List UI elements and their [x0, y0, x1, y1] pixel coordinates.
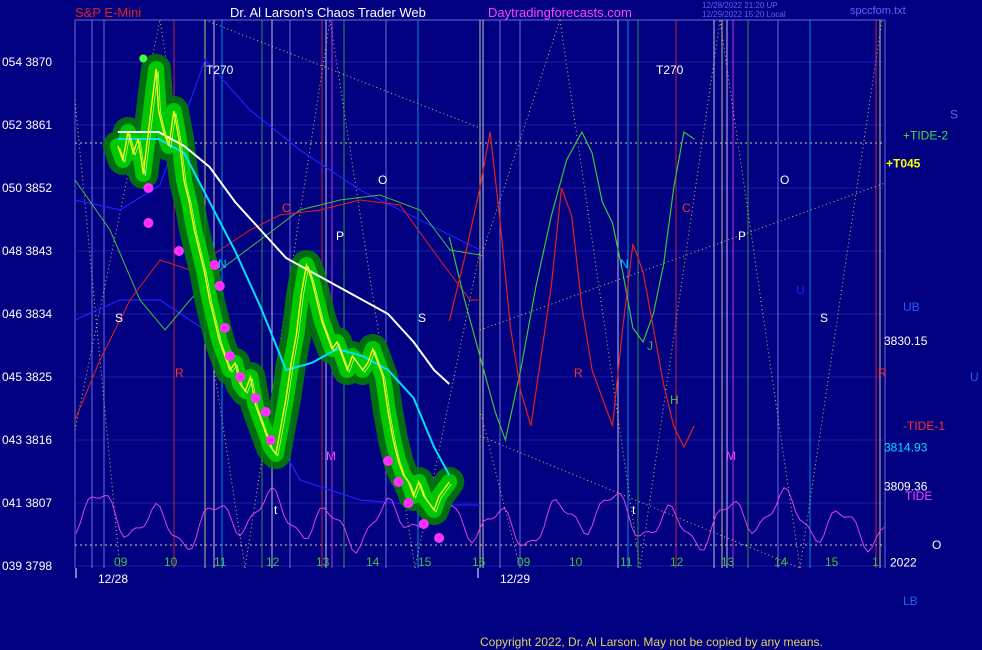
annotation-label: R [878, 366, 887, 380]
hour-tick-label: 11 [620, 555, 633, 569]
y-tick-label: 048 3843 [2, 244, 52, 258]
copyright-notice: Copyright 2022, Dr. Al Larson. May not b… [480, 635, 823, 649]
right-label: +TIDE-2 [903, 129, 948, 143]
right-label: O [932, 538, 941, 552]
right-label: U [970, 370, 979, 384]
magenta-dot [383, 456, 394, 466]
hour-tick-label: 15 [825, 555, 839, 569]
green-dot [139, 54, 148, 63]
right-label: S [950, 108, 958, 122]
annotation-label: S [418, 311, 426, 325]
annotation-label: H [670, 393, 679, 407]
annotation-label: C [682, 201, 691, 215]
magenta-dot [260, 407, 271, 417]
hour-tick-label: 1 [872, 555, 879, 569]
hour-tick-label: 12 [266, 555, 280, 569]
timestamp-line-2: 12/29/2022 15:20 Local [702, 10, 786, 19]
right-label: +T045 [886, 157, 921, 171]
right-label: 3830.15 [884, 334, 928, 348]
annotation-label: T270 [656, 63, 684, 77]
annotation-label: R [574, 366, 583, 380]
annotation-label: S [820, 311, 828, 325]
annotation-label: T270 [206, 63, 234, 77]
annotation-label: O [378, 173, 387, 187]
magenta-dot [235, 372, 246, 382]
hour-tick-label: 13 [316, 555, 330, 569]
hour-tick-label: 09 [517, 555, 531, 569]
magenta-dot [143, 183, 154, 193]
y-tick-label: 043 3816 [2, 433, 52, 447]
timestamp-line-1: 12/28/2022 21:20 UP [702, 1, 778, 10]
right-label: LB [903, 594, 918, 608]
annotation-label: S [115, 311, 123, 325]
magenta-dot [250, 393, 261, 403]
right-label: UB [903, 300, 920, 314]
magenta-dot [265, 435, 276, 445]
date-label: 12/28 [98, 572, 128, 586]
magenta-dot [219, 323, 230, 333]
hour-tick-label: 10 [164, 555, 178, 569]
y-tick-label: 041 3807 [2, 496, 52, 510]
hour-tick-label: 12 [670, 555, 684, 569]
magenta-dot [143, 218, 154, 228]
site-title: Dr. Al Larson's Chaos Trader Web [230, 5, 426, 20]
magenta-dot [225, 351, 235, 361]
y-tick-label: 046 3834 [2, 307, 52, 321]
instrument-title: S&P E-Mini [75, 5, 141, 20]
annotation-label: U [796, 283, 805, 297]
magenta-dot [418, 519, 429, 529]
magenta-dot [214, 281, 225, 291]
hour-tick-label: 14 [366, 555, 380, 569]
date-label: 12/29 [500, 572, 530, 586]
magenta-dot [403, 498, 414, 508]
right-label: TIDE [905, 489, 932, 503]
annotation-label: C [282, 201, 291, 215]
magenta-dot [174, 246, 184, 256]
annotation-label: R [175, 366, 184, 380]
annotation-label: O [780, 173, 789, 187]
chaos-trader-chart: S&P E-Mini Dr. Al Larson's Chaos Trader … [0, 0, 982, 650]
annotation-label: N [620, 257, 629, 271]
annotation-label: M [326, 449, 336, 463]
right-label: 2022 [890, 556, 917, 570]
annotation-label: P [336, 229, 344, 243]
annotation-label: M [726, 449, 736, 463]
hour-tick-label: 13 [721, 555, 735, 569]
hour-tick-label: 09 [114, 555, 128, 569]
y-tick-label: 050 3852 [2, 181, 52, 195]
annotation-label: N [218, 257, 227, 271]
right-label: 3814.93 [884, 440, 928, 454]
annotation-label: J [647, 339, 653, 353]
magenta-dot [434, 533, 445, 543]
y-tick-label: 039 3798 [2, 559, 52, 573]
right-label: -TIDE-1 [903, 419, 945, 433]
y-tick-label: 054 3870 [2, 55, 52, 69]
hour-tick-label: 14 [774, 555, 788, 569]
annotation-label: P [738, 229, 746, 243]
y-tick-label: 052 3861 [2, 118, 52, 132]
site-url: Daytradingforecasts.com [488, 5, 632, 20]
data-filename: spccfom.txt [850, 5, 906, 17]
y-tick-label: 045 3825 [2, 370, 52, 384]
hour-tick-label: 15 [418, 555, 432, 569]
hour-tick-label: 16 [472, 555, 486, 569]
hour-tick-label: 11 [214, 555, 227, 569]
hour-tick-label: 10 [569, 555, 583, 569]
magenta-dot [393, 477, 404, 487]
